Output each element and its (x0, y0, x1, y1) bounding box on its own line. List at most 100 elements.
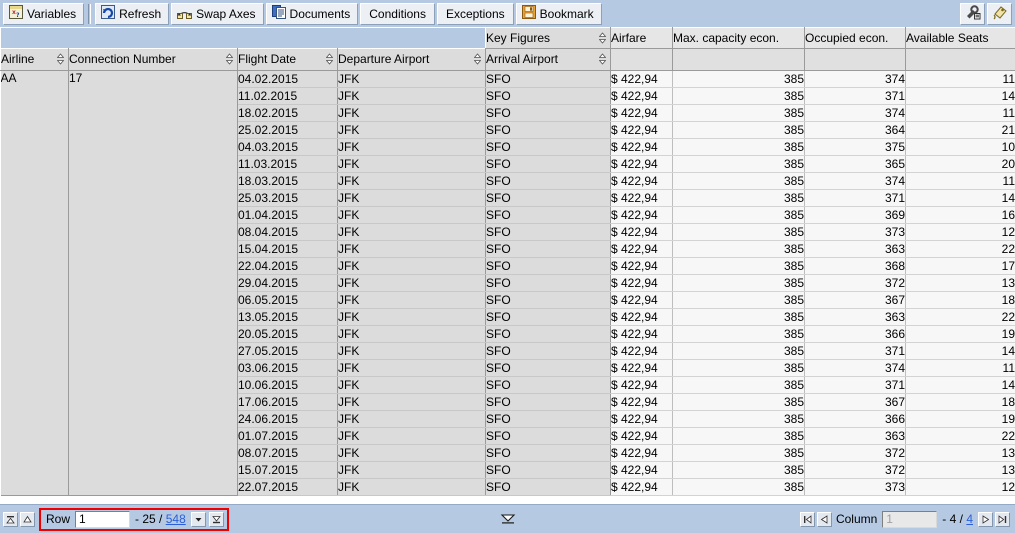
cell-departure-airport[interactable]: JFK (337, 87, 486, 105)
last-page-button[interactable] (208, 511, 224, 527)
cell-available-seats[interactable]: 16 (905, 206, 1015, 224)
header-connection-number[interactable]: Connection Number (68, 47, 238, 71)
cell-flight-date[interactable]: 11.02.2015 (237, 87, 338, 105)
cell-occupied[interactable]: 365 (804, 155, 906, 173)
cell-arrival-airport[interactable]: SFO (485, 342, 611, 360)
column-total-link[interactable]: 4 (966, 512, 973, 526)
sort-toggle-icon[interactable] (325, 53, 334, 65)
cell-flight-date[interactable]: 15.04.2015 (237, 240, 338, 258)
cell-flight-date[interactable]: 04.02.2015 (237, 70, 338, 88)
cell-arrival-airport[interactable]: SFO (485, 325, 611, 343)
cell-arrival-airport[interactable]: SFO (485, 257, 611, 275)
cell-airfare[interactable]: $ 422,94 (610, 155, 673, 173)
cell-max-capacity[interactable]: 385 (672, 359, 805, 377)
cell-flight-date[interactable]: 27.05.2015 (237, 342, 338, 360)
cell-arrival-airport[interactable]: SFO (485, 376, 611, 394)
cell-departure-airport[interactable]: JFK (337, 189, 486, 207)
cell-available-seats[interactable]: 11 (905, 359, 1015, 377)
cell-airfare[interactable]: $ 422,94 (610, 206, 673, 224)
cell-arrival-airport[interactable]: SFO (485, 87, 611, 105)
row-dropdown-button[interactable] (190, 511, 206, 527)
cell-departure-airport[interactable]: JFK (337, 308, 486, 326)
cell-available-seats[interactable]: 21 (905, 121, 1015, 139)
cell-available-seats[interactable]: 13 (905, 444, 1015, 462)
cell-available-seats[interactable]: 22 (905, 240, 1015, 258)
header-airline[interactable]: Airline (0, 47, 69, 71)
cell-airfare[interactable]: $ 422,94 (610, 376, 673, 394)
cell-occupied[interactable]: 375 (804, 138, 906, 156)
cell-arrival-airport[interactable]: SFO (485, 291, 611, 309)
cell-airfare[interactable]: $ 422,94 (610, 87, 673, 105)
cell-arrival-airport[interactable]: SFO (485, 155, 611, 173)
cell-occupied[interactable]: 373 (804, 478, 906, 496)
cell-arrival-airport[interactable]: SFO (485, 478, 611, 496)
column-input[interactable] (882, 510, 938, 528)
cell-available-seats[interactable]: 17 (905, 257, 1015, 275)
cell-max-capacity[interactable]: 385 (672, 240, 805, 258)
cell-available-seats[interactable]: 14 (905, 376, 1015, 394)
cell-occupied[interactable]: 368 (804, 257, 906, 275)
cell-flight-date[interactable]: 18.02.2015 (237, 104, 338, 122)
header-departure-airport[interactable]: Departure Airport (337, 47, 486, 71)
cell-available-seats[interactable]: 11 (905, 104, 1015, 122)
row-input[interactable] (75, 510, 131, 528)
cell-airfare[interactable]: $ 422,94 (610, 257, 673, 275)
cell-airfare[interactable]: $ 422,94 (610, 359, 673, 377)
cell-available-seats[interactable]: 11 (905, 172, 1015, 190)
cell-max-capacity[interactable]: 385 (672, 223, 805, 241)
cell-available-seats[interactable]: 13 (905, 461, 1015, 479)
cell-airfare[interactable]: $ 422,94 (610, 70, 673, 88)
cell-departure-airport[interactable]: JFK (337, 291, 486, 309)
page-up-button[interactable] (20, 511, 35, 527)
last-column-button[interactable] (995, 511, 1010, 527)
cell-departure-airport[interactable]: JFK (337, 325, 486, 343)
cell-available-seats[interactable]: 14 (905, 189, 1015, 207)
cell-arrival-airport[interactable]: SFO (485, 138, 611, 156)
cell-max-capacity[interactable]: 385 (672, 393, 805, 411)
sort-toggle-icon[interactable] (598, 53, 607, 65)
cell-arrival-airport[interactable]: SFO (485, 393, 611, 411)
cell-departure-airport[interactable]: JFK (337, 70, 486, 88)
cell-airfare[interactable]: $ 422,94 (610, 138, 673, 156)
cell-max-capacity[interactable]: 385 (672, 478, 805, 496)
first-page-button[interactable] (3, 511, 18, 527)
variables-button[interactable]: x ? Variables (3, 2, 85, 25)
cell-departure-airport[interactable]: JFK (337, 376, 486, 394)
cell-departure-airport[interactable]: JFK (337, 274, 486, 292)
cell-occupied[interactable]: 363 (804, 308, 906, 326)
cell-flight-date[interactable]: 22.04.2015 (237, 257, 338, 275)
cell-departure-airport[interactable]: JFK (337, 461, 486, 479)
previous-column-button[interactable] (816, 511, 832, 527)
cell-flight-date[interactable]: 11.03.2015 (237, 155, 338, 173)
info-tag-button[interactable] (987, 2, 1012, 25)
cell-flight-date[interactable]: 01.04.2015 (237, 206, 338, 224)
cell-max-capacity[interactable]: 385 (672, 70, 805, 88)
swap-axes-button[interactable]: Swap Axes (171, 2, 264, 25)
cell-departure-airport[interactable]: JFK (337, 444, 486, 462)
cell-flight-date[interactable]: 01.07.2015 (237, 427, 338, 445)
cell-airfare[interactable]: $ 422,94 (610, 223, 673, 241)
cell-flight-date[interactable]: 04.03.2015 (237, 138, 338, 156)
cell-departure-airport[interactable]: JFK (337, 342, 486, 360)
sort-toggle-icon[interactable] (598, 32, 607, 44)
cell-arrival-airport[interactable]: SFO (485, 223, 611, 241)
cell-max-capacity[interactable]: 385 (672, 121, 805, 139)
cell-available-seats[interactable]: 13 (905, 274, 1015, 292)
cell-flight-date[interactable]: 06.05.2015 (237, 291, 338, 309)
cell-airfare[interactable]: $ 422,94 (610, 274, 673, 292)
cell-flight-date[interactable]: 22.07.2015 (237, 478, 338, 496)
cell-occupied[interactable]: 374 (804, 104, 906, 122)
cell-available-seats[interactable]: 10 (905, 138, 1015, 156)
cell-departure-airport[interactable]: JFK (337, 240, 486, 258)
cell-max-capacity[interactable]: 385 (672, 206, 805, 224)
sort-toggle-icon[interactable] (225, 53, 234, 65)
cell-departure-airport[interactable]: JFK (337, 206, 486, 224)
documents-button[interactable]: Documents (265, 2, 359, 25)
cell-departure-airport[interactable]: JFK (337, 121, 486, 139)
cell-available-seats[interactable]: 11 (905, 70, 1015, 88)
cell-arrival-airport[interactable]: SFO (485, 410, 611, 428)
cell-airfare[interactable]: $ 422,94 (610, 444, 673, 462)
first-column-button[interactable] (799, 511, 815, 527)
cell-flight-date[interactable]: 08.07.2015 (237, 444, 338, 462)
cell-available-seats[interactable]: 19 (905, 410, 1015, 428)
